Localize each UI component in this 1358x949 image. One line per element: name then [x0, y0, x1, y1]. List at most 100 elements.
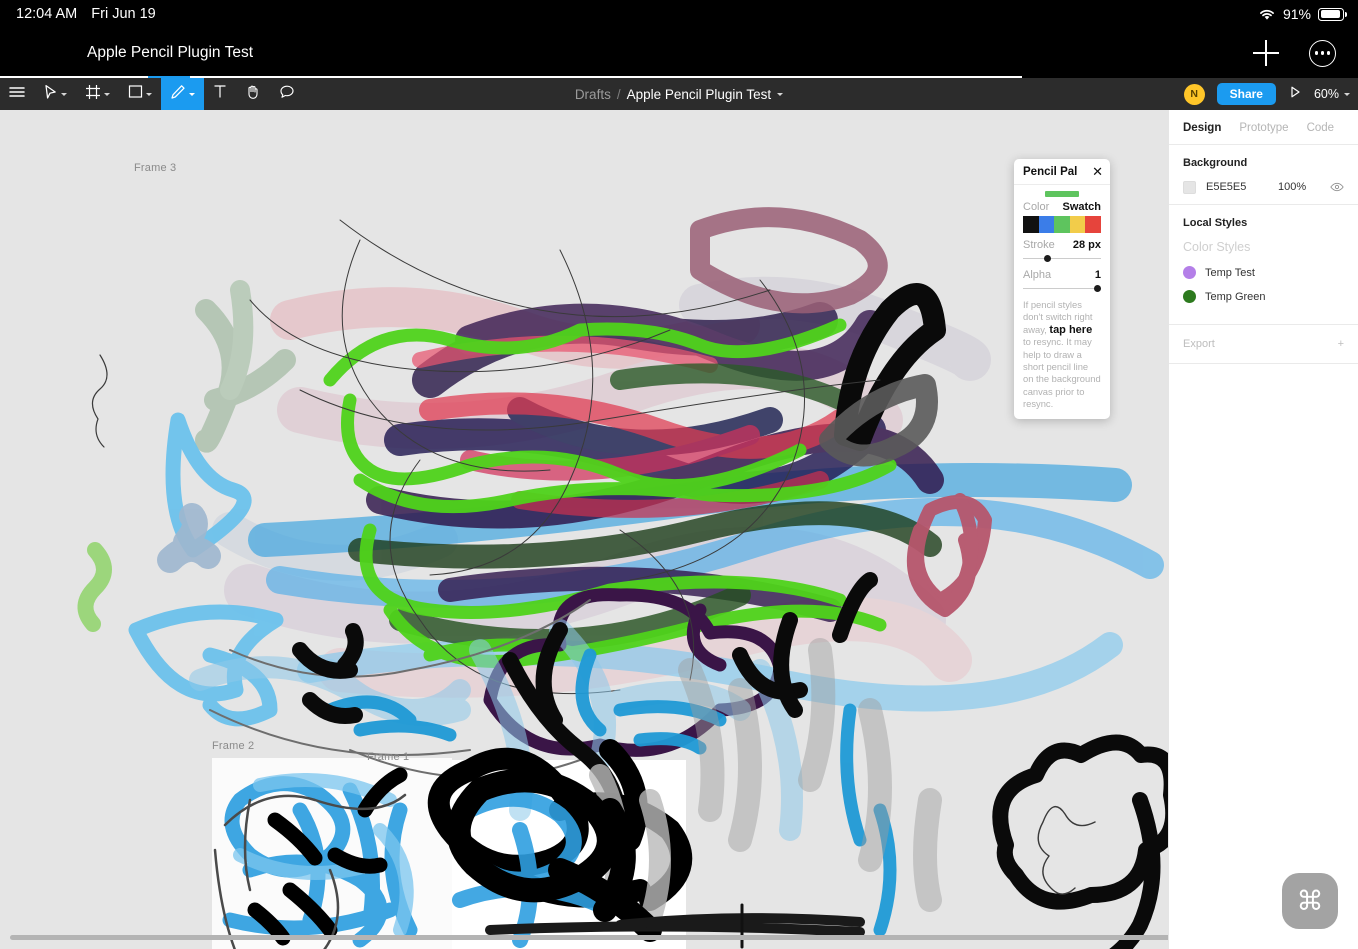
plugin-title: Pencil Pal	[1023, 165, 1078, 178]
frame-label[interactable]: Frame 3	[134, 162, 176, 174]
alpha-row: Alpha 1	[1023, 269, 1101, 281]
chevron-down-icon[interactable]	[777, 92, 784, 96]
style-row-temp-green[interactable]: Temp Green	[1183, 290, 1344, 303]
hamburger-menu-icon	[9, 85, 25, 104]
background-color-chip[interactable]	[1183, 180, 1196, 194]
chevron-down-icon	[1344, 92, 1350, 96]
alpha-slider[interactable]	[1023, 283, 1101, 293]
eye-icon[interactable]	[1330, 180, 1344, 194]
tab-design[interactable]: Design	[1183, 122, 1221, 134]
local-styles-section: Local Styles Color Styles Temp Test Temp…	[1169, 205, 1358, 325]
chevron-down-icon	[104, 92, 110, 96]
swatch-yellow[interactable]	[1069, 216, 1086, 233]
style-name: Temp Test	[1205, 266, 1255, 279]
style-name: Temp Green	[1205, 290, 1266, 303]
hand-icon	[245, 84, 261, 105]
swatch-label[interactable]: Swatch	[1062, 201, 1101, 213]
style-color-dot	[1183, 290, 1196, 303]
export-section: Export +	[1169, 325, 1358, 364]
share-button[interactable]: Share	[1216, 83, 1276, 105]
style-row-temp-test[interactable]: Temp Test	[1183, 266, 1344, 279]
color-label[interactable]: Color	[1023, 201, 1049, 213]
tab-prototype[interactable]: Prototype	[1239, 122, 1288, 134]
design-sidebar: Design Prototype Code Background E5E5E5 …	[1168, 110, 1358, 949]
chevron-down-icon	[189, 92, 195, 96]
horizontal-scrollbar[interactable]	[10, 935, 1350, 940]
background-heading: Background	[1183, 157, 1248, 169]
wifi-icon	[1258, 8, 1276, 21]
app-root: 12:04 AM Fri Jun 19 91% Apple Pencil Plu…	[0, 0, 1358, 949]
plugin-body: Color Swatch Stroke 28 px Alpha 1 If pen…	[1014, 185, 1110, 419]
frame-label[interactable]: Frame 2	[212, 740, 254, 752]
avatar[interactable]: N	[1183, 83, 1205, 105]
local-styles-heading: Local Styles	[1183, 217, 1248, 229]
color-styles-subheading: Color Styles	[1183, 240, 1251, 254]
breadcrumb-separator: /	[616, 86, 621, 102]
alpha-slider-track	[1023, 287, 1101, 289]
toolbar-comment-tool[interactable]	[270, 78, 304, 110]
background-row: E5E5E5 100%	[1183, 180, 1344, 194]
rectangle-icon	[128, 84, 143, 104]
stroke-row: Stroke 28 px	[1023, 239, 1101, 251]
tab-code[interactable]: Code	[1307, 122, 1335, 134]
swatch-red[interactable]	[1085, 216, 1101, 233]
toolbar-text-tool[interactable]	[204, 78, 236, 110]
play-triangle-icon[interactable]	[1288, 85, 1302, 104]
figma-toolbar: Drafts / Apple Pencil Plugin Test N Shar…	[0, 78, 1358, 110]
pencil-pal-plugin-panel: Pencil Pal ✕ Color Swatch Stroke 28 px A…	[1014, 159, 1110, 419]
breadcrumb-root[interactable]: Drafts	[575, 87, 611, 102]
resync-link[interactable]: tap here	[1049, 324, 1092, 336]
alpha-slider-knob[interactable]	[1094, 284, 1101, 292]
zoom-level-label: 60%	[1313, 87, 1339, 101]
active-tab[interactable]: Apple Pencil Plugin Test	[0, 28, 340, 78]
zoom-control[interactable]: 60%	[1314, 87, 1350, 101]
close-x-icon[interactable]: ✕	[1092, 165, 1103, 178]
stroke-slider[interactable]	[1023, 253, 1101, 263]
toolbar-move-tool[interactable]	[34, 78, 76, 110]
stroke-slider-track	[1023, 257, 1101, 259]
toolbar-shape-tool[interactable]	[119, 78, 161, 110]
stroke-slider-knob[interactable]	[1044, 254, 1052, 262]
plugin-help-text: If pencil styles don't switch right away…	[1023, 299, 1101, 411]
export-label: Export	[1183, 338, 1215, 350]
battery-percent: 91%	[1282, 6, 1311, 22]
comment-bubble-icon	[279, 84, 295, 105]
toolbar-pencil-tool[interactable]	[161, 78, 204, 110]
plus-icon[interactable]: +	[1338, 338, 1344, 350]
pencil-icon	[170, 84, 186, 105]
active-color-indicator	[1045, 191, 1079, 197]
command-key-icon: ⌘	[1296, 885, 1324, 916]
color-swatch-header: Color Swatch	[1023, 201, 1101, 213]
status-bar-left: 12:04 AM Fri Jun 19	[16, 6, 156, 22]
ios-status-bar: 12:04 AM Fri Jun 19 91%	[0, 0, 1358, 28]
alpha-value: 1	[1094, 269, 1101, 281]
toolbar-hand-tool[interactable]	[236, 78, 270, 110]
browser-tab-bar: Apple Pencil Plugin Test	[0, 28, 1358, 78]
swatch-green[interactable]	[1054, 216, 1070, 233]
chevron-down-icon	[61, 92, 67, 96]
chevron-down-icon	[146, 92, 152, 96]
stroke-label: Stroke	[1023, 239, 1055, 251]
more-circle-icon[interactable]	[1309, 39, 1336, 67]
canvas-artwork: .s{fill:none;stroke-linecap:round;stroke…	[77, 207, 1168, 949]
status-bar-right: 91%	[1258, 6, 1347, 22]
frame-label[interactable]: Frame 1	[367, 751, 409, 763]
cursor-arrow-icon	[43, 84, 58, 105]
battery-icon	[1318, 7, 1347, 21]
background-opacity[interactable]: 100%	[1278, 181, 1320, 193]
active-tab-label: Apple Pencil Plugin Test	[86, 44, 253, 61]
toolbar-frame-tool[interactable]	[76, 78, 119, 110]
breadcrumb-document[interactable]: Apple Pencil Plugin Test	[627, 87, 772, 102]
toolbar-right-actions: N Share 60%	[1183, 78, 1350, 110]
plus-icon[interactable]	[1253, 40, 1279, 66]
style-color-dot	[1183, 266, 1196, 279]
swatch-black[interactable]	[1023, 216, 1039, 233]
text-t-icon	[213, 84, 227, 104]
background-hex[interactable]: E5E5E5	[1206, 181, 1268, 193]
swatch-blue[interactable]	[1038, 216, 1055, 233]
stroke-value: 28 px	[1072, 239, 1101, 251]
toolbar-menu-button[interactable]	[0, 78, 34, 110]
tab-bar-actions	[1253, 28, 1336, 78]
command-key-button[interactable]: ⌘	[1282, 873, 1338, 929]
design-canvas[interactable]: .s{fill:none;stroke-linecap:round;stroke…	[0, 110, 1168, 949]
